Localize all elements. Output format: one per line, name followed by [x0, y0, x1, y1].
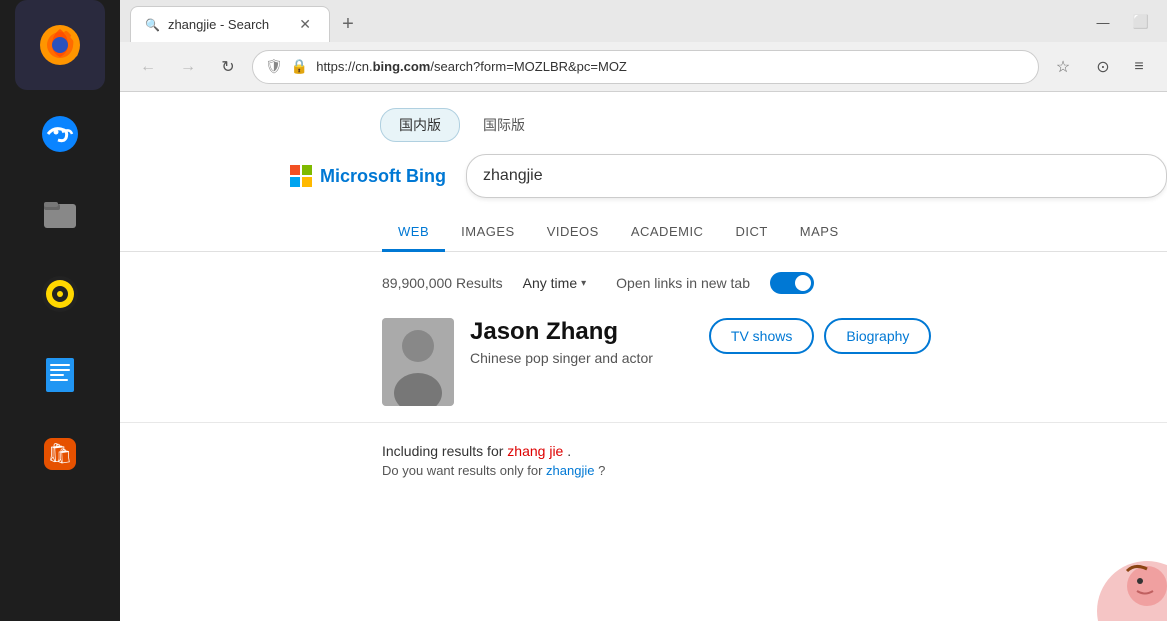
- thunderbird-icon: [38, 112, 82, 156]
- knowledge-card: Jason Zhang Chinese pop singer and actor…: [120, 306, 1167, 423]
- including-suffix: .: [567, 443, 571, 459]
- pocket-button[interactable]: ⊙: [1087, 51, 1119, 83]
- bing-logo: Microsoft Bing: [290, 165, 446, 187]
- sidebar-icon-writer[interactable]: [24, 338, 96, 410]
- tab-title: zhangjie - Search: [168, 17, 269, 32]
- toggle-knob: [795, 275, 811, 291]
- menu-button[interactable]: ≡: [1123, 51, 1155, 83]
- results-count: 89,900,000 Results: [382, 275, 503, 291]
- reload-button[interactable]: ↻: [212, 51, 244, 83]
- person-photo: [382, 318, 454, 406]
- results-meta: 89,900,000 Results Any time ▾ Open links…: [120, 264, 1167, 306]
- svg-text:🛍: 🛍: [47, 443, 72, 465]
- including-highlight: zhang jie: [507, 443, 563, 459]
- toolbar-extras: ⊙ ≡: [1087, 51, 1155, 83]
- bing-logo-text: Microsoft Bing: [320, 166, 446, 187]
- including-results-main: Including results for zhang jie .: [382, 443, 1167, 459]
- new-tab-button[interactable]: +: [330, 6, 366, 42]
- url-text: https://cn.bing.com/search?form=MOZLBR&p…: [316, 59, 1026, 74]
- search-navigation: WEB IMAGES VIDEOS ACADEMIC DICT MAPS: [120, 214, 1167, 252]
- sub-link[interactable]: zhangjie: [546, 463, 594, 478]
- sidebar-icon-files[interactable]: [24, 178, 96, 250]
- bing-logo-sq3: [290, 177, 300, 187]
- search-query-text: zhangjie: [483, 167, 543, 185]
- maximize-button[interactable]: ⬜: [1123, 8, 1159, 36]
- tabs-bar: 🔍 zhangjie - Search ✕ + — ⬜: [120, 0, 1167, 42]
- address-bar: ← → ↻ 🛡 🔒 https://cn.bing.com/search?for…: [120, 42, 1167, 92]
- bing-logo-sq2: [302, 165, 312, 175]
- tab-close-button[interactable]: ✕: [295, 14, 315, 35]
- person-photo-image: [382, 318, 454, 406]
- region-tab-international[interactable]: 国际版: [464, 108, 544, 142]
- rhythmbox-icon: [40, 274, 80, 314]
- sub-prefix: Do you want results only for: [382, 463, 546, 478]
- region-tab-domestic[interactable]: 国内版: [380, 108, 460, 142]
- time-filter-label: Any time: [523, 275, 577, 291]
- bing-logo-microsoft: Microsoft: [320, 166, 406, 186]
- bing-logo-sq1: [290, 165, 300, 175]
- browser-tab-active[interactable]: 🔍 zhangjie - Search ✕: [130, 6, 330, 42]
- window-controls: — ⬜: [1085, 8, 1167, 42]
- including-results: Including results for zhang jie . Do you…: [120, 431, 1167, 478]
- shield-icon: 🛡: [265, 58, 283, 75]
- person-name: Jason Zhang: [470, 318, 653, 346]
- person-description: Chinese pop singer and actor: [470, 350, 653, 366]
- nav-academic[interactable]: ACADEMIC: [615, 214, 720, 251]
- sub-suffix: ?: [598, 463, 605, 478]
- bookmark-button[interactable]: ☆: [1047, 51, 1079, 83]
- page-content: 国内版 国际版 Microsoft Bing zhangjie: [120, 92, 1167, 621]
- files-icon: [40, 194, 80, 234]
- bing-logo-squares: [290, 165, 312, 187]
- browser-chrome: 🔍 zhangjie - Search ✕ + — ⬜ ← → ↻ 🛡 🔒 ht…: [120, 0, 1167, 621]
- time-filter-dropdown[interactable]: Any time ▾: [523, 275, 587, 291]
- open-links-toggle[interactable]: [770, 272, 814, 294]
- sidebar: 🛍: [0, 0, 120, 621]
- nav-images[interactable]: IMAGES: [445, 214, 531, 251]
- bing-logo-brand: Bing: [406, 166, 446, 186]
- back-button[interactable]: ←: [132, 51, 164, 83]
- biography-button[interactable]: Biography: [824, 318, 931, 354]
- time-filter-arrow: ▾: [581, 278, 586, 289]
- decorative-avatar: [1077, 531, 1167, 621]
- search-bar-area: Microsoft Bing zhangjie: [120, 154, 1167, 198]
- bing-search-input[interactable]: zhangjie: [466, 154, 1167, 198]
- open-links-label: Open links in new tab: [616, 275, 750, 291]
- nav-dict[interactable]: DICT: [719, 214, 783, 251]
- sidebar-icon-rhythmbox[interactable]: [24, 258, 96, 330]
- appstore-icon: 🛍: [40, 434, 80, 474]
- including-results-sub: Do you want results only for zhangjie ?: [382, 463, 1167, 478]
- tab-search-icon: 🔍: [145, 18, 160, 32]
- nav-videos[interactable]: VIDEOS: [531, 214, 615, 251]
- nav-web[interactable]: WEB: [382, 214, 445, 252]
- person-action-buttons: TV shows Biography: [709, 318, 932, 354]
- minimize-button[interactable]: —: [1085, 8, 1121, 36]
- nav-maps[interactable]: MAPS: [784, 214, 855, 251]
- lock-icon: 🔒: [291, 58, 308, 75]
- sidebar-icon-firefox[interactable]: [15, 0, 105, 90]
- url-bar[interactable]: 🛡 🔒 https://cn.bing.com/search?form=MOZL…: [252, 50, 1039, 84]
- sidebar-icon-thunderbird[interactable]: [24, 98, 96, 170]
- forward-button[interactable]: →: [172, 51, 204, 83]
- person-info: Jason Zhang Chinese pop singer and actor: [470, 318, 653, 366]
- tv-shows-button[interactable]: TV shows: [709, 318, 814, 354]
- writer-icon: [40, 354, 80, 394]
- bing-logo-sq4: [302, 177, 312, 187]
- region-tabs: 国内版 国际版: [120, 92, 1167, 154]
- including-prefix: Including results for: [382, 443, 507, 459]
- firefox-icon: [34, 19, 86, 71]
- sidebar-icon-appstore[interactable]: 🛍: [24, 418, 96, 490]
